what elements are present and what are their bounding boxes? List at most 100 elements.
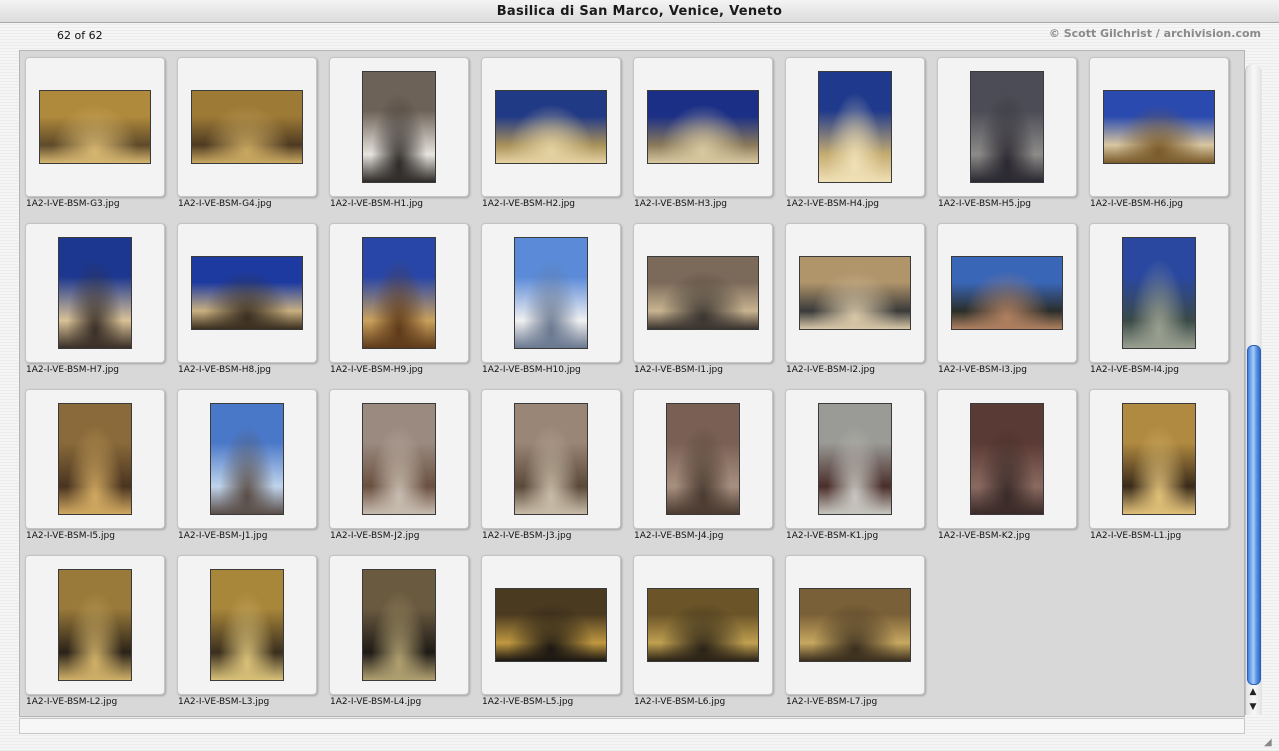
thumbnail-item[interactable]: 1A2-I-VE-BSM-K2.jpg: [932, 383, 1077, 549]
thumbnail-image[interactable]: [39, 90, 151, 164]
thumbnail-card[interactable]: [177, 223, 317, 363]
thumbnail-image[interactable]: [951, 256, 1063, 330]
thumbnail-image[interactable]: [799, 256, 911, 330]
thumbnail-image[interactable]: [514, 237, 588, 349]
thumbnail-item[interactable]: 1A2-I-VE-BSM-J1.jpg: [172, 383, 317, 549]
thumbnail-card[interactable]: [785, 57, 925, 197]
thumbnail-image[interactable]: [362, 569, 436, 681]
thumbnail-item[interactable]: 1A2-I-VE-BSM-I5.jpg: [20, 383, 165, 549]
thumbnail-card[interactable]: [25, 555, 165, 695]
thumbnail-item[interactable]: 1A2-I-VE-BSM-H6.jpg: [1084, 51, 1229, 217]
thumbnail-card[interactable]: [937, 57, 1077, 197]
thumbnail-card[interactable]: [329, 223, 469, 363]
window-titlebar[interactable]: Basilica di San Marco, Venice, Veneto: [0, 0, 1279, 23]
thumbnail-card[interactable]: [633, 555, 773, 695]
thumbnail-item[interactable]: 1A2-I-VE-BSM-I3.jpg: [932, 217, 1077, 383]
thumbnail-image[interactable]: [495, 90, 607, 164]
thumbnail-image[interactable]: [818, 71, 892, 183]
thumbnail-image[interactable]: [1122, 403, 1196, 515]
thumbnail-image[interactable]: [818, 403, 892, 515]
thumbnail-image[interactable]: [514, 403, 588, 515]
thumbnail-item[interactable]: 1A2-I-VE-BSM-H9.jpg: [324, 217, 469, 383]
thumbnail-item[interactable]: 1A2-I-VE-BSM-L1.jpg: [1084, 383, 1229, 549]
thumbnail-image[interactable]: [210, 569, 284, 681]
scrollbar-thumb[interactable]: [1247, 345, 1261, 685]
thumbnail-image[interactable]: [495, 588, 607, 662]
thumbnail-image[interactable]: [58, 403, 132, 515]
thumbnail-item[interactable]: 1A2-I-VE-BSM-G4.jpg: [172, 51, 317, 217]
thumbnail-card[interactable]: [329, 555, 469, 695]
thumbnail-item[interactable]: 1A2-I-VE-BSM-K1.jpg: [780, 383, 925, 549]
thumbnail-item[interactable]: 1A2-I-VE-BSM-H3.jpg: [628, 51, 773, 217]
thumbnail-card[interactable]: [481, 389, 621, 529]
thumbnail-image[interactable]: [970, 403, 1044, 515]
thumbnail-filename: 1A2-I-VE-BSM-J2.jpg: [330, 531, 420, 541]
thumbnail-card[interactable]: [481, 57, 621, 197]
thumbnail-filename: 1A2-I-VE-BSM-L6.jpg: [634, 697, 726, 707]
thumbnail-item[interactable]: 1A2-I-VE-BSM-I2.jpg: [780, 217, 925, 383]
thumbnail-image[interactable]: [647, 90, 759, 164]
thumbnail-item[interactable]: 1A2-I-VE-BSM-L3.jpg: [172, 549, 317, 715]
thumbnail-card[interactable]: [785, 223, 925, 363]
thumbnail-item[interactable]: 1A2-I-VE-BSM-L7.jpg: [780, 549, 925, 715]
thumbnail-card[interactable]: [1089, 57, 1229, 197]
thumbnail-card[interactable]: [177, 389, 317, 529]
thumbnail-image[interactable]: [362, 71, 436, 183]
thumbnail-card[interactable]: [329, 389, 469, 529]
thumbnail-item[interactable]: 1A2-I-VE-BSM-L6.jpg: [628, 549, 773, 715]
thumbnail-card[interactable]: [177, 57, 317, 197]
scroll-down-arrow-icon[interactable]: ▼: [1247, 701, 1259, 713]
thumbnail-card[interactable]: [1089, 389, 1229, 529]
thumbnail-card[interactable]: [937, 389, 1077, 529]
thumbnail-card[interactable]: [785, 555, 925, 695]
thumbnail-card[interactable]: [1089, 223, 1229, 363]
thumbnail-item[interactable]: 1A2-I-VE-BSM-H4.jpg: [780, 51, 925, 217]
thumbnail-card[interactable]: [633, 223, 773, 363]
thumbnail-card[interactable]: [25, 57, 165, 197]
thumbnail-filename: 1A2-I-VE-BSM-K1.jpg: [786, 531, 879, 541]
thumbnail-card[interactable]: [633, 389, 773, 529]
resize-grip-icon[interactable]: ◢: [1264, 737, 1276, 749]
thumbnail-card[interactable]: [25, 223, 165, 363]
thumbnail-image[interactable]: [970, 71, 1044, 183]
thumbnail-item[interactable]: 1A2-I-VE-BSM-J3.jpg: [476, 383, 621, 549]
thumbnail-filename: 1A2-I-VE-BSM-L2.jpg: [26, 697, 118, 707]
thumbnail-item[interactable]: 1A2-I-VE-BSM-H1.jpg: [324, 51, 469, 217]
thumbnail-item[interactable]: 1A2-I-VE-BSM-L2.jpg: [20, 549, 165, 715]
thumbnail-item[interactable]: 1A2-I-VE-BSM-J2.jpg: [324, 383, 469, 549]
scroll-up-arrow-icon[interactable]: ▲: [1247, 686, 1259, 698]
thumbnail-item[interactable]: 1A2-I-VE-BSM-I4.jpg: [1084, 217, 1229, 383]
thumbnail-image[interactable]: [191, 90, 303, 164]
thumbnail-item[interactable]: 1A2-I-VE-BSM-I1.jpg: [628, 217, 773, 383]
thumbnail-card[interactable]: [329, 57, 469, 197]
thumbnail-item[interactable]: 1A2-I-VE-BSM-H5.jpg: [932, 51, 1077, 217]
thumbnail-card[interactable]: [785, 389, 925, 529]
thumbnail-image[interactable]: [666, 403, 740, 515]
thumbnail-image[interactable]: [647, 256, 759, 330]
thumbnail-image[interactable]: [1103, 90, 1215, 164]
thumbnail-grid[interactable]: 1A2-I-VE-BSM-G3.jpg 1A2-I-VE-BSM-G4.jpg 1A…: [19, 50, 1245, 717]
thumbnail-item[interactable]: 1A2-I-VE-BSM-H7.jpg: [20, 217, 165, 383]
thumbnail-item[interactable]: 1A2-I-VE-BSM-H8.jpg: [172, 217, 317, 383]
thumbnail-image[interactable]: [362, 403, 436, 515]
thumbnail-image[interactable]: [58, 569, 132, 681]
thumbnail-item[interactable]: 1A2-I-VE-BSM-H10.jpg: [476, 217, 621, 383]
thumbnail-card[interactable]: [481, 555, 621, 695]
thumbnail-image[interactable]: [191, 256, 303, 330]
thumbnail-image[interactable]: [362, 237, 436, 349]
thumbnail-image[interactable]: [58, 237, 132, 349]
thumbnail-image[interactable]: [647, 588, 759, 662]
thumbnail-item[interactable]: 1A2-I-VE-BSM-H2.jpg: [476, 51, 621, 217]
thumbnail-item[interactable]: 1A2-I-VE-BSM-L4.jpg: [324, 549, 469, 715]
thumbnail-item[interactable]: 1A2-I-VE-BSM-G3.jpg: [20, 51, 165, 217]
thumbnail-card[interactable]: [25, 389, 165, 529]
thumbnail-image[interactable]: [210, 403, 284, 515]
thumbnail-card[interactable]: [177, 555, 317, 695]
thumbnail-card[interactable]: [937, 223, 1077, 363]
thumbnail-image[interactable]: [1122, 237, 1196, 349]
thumbnail-card[interactable]: [633, 57, 773, 197]
thumbnail-item[interactable]: 1A2-I-VE-BSM-L5.jpg: [476, 549, 621, 715]
thumbnail-card[interactable]: [481, 223, 621, 363]
thumbnail-image[interactable]: [799, 588, 911, 662]
thumbnail-item[interactable]: 1A2-I-VE-BSM-J4.jpg: [628, 383, 773, 549]
